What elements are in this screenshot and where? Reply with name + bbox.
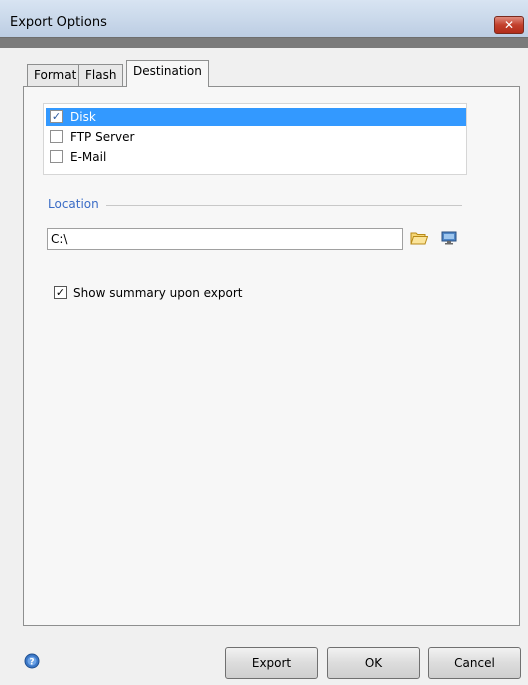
list-item-email[interactable]: E-Mail [46,148,466,166]
monitor-icon[interactable] [441,230,457,246]
tab-destination[interactable]: Destination [126,60,209,87]
show-summary-checkbox[interactable]: ✓ [54,286,67,299]
email-label: E-Mail [70,150,107,164]
tab-destination-label: Destination [133,64,202,78]
ftp-server-label: FTP Server [70,130,135,144]
cancel-button[interactable]: Cancel [428,647,521,679]
help-icon[interactable]: ? [24,653,40,669]
location-input[interactable] [47,228,403,250]
disk-checkbox[interactable]: ✓ [50,110,63,123]
close-button[interactable]: ✕ [494,16,524,34]
window-title: Export Options [10,15,107,30]
destination-list: ✓ Disk FTP Server E-Mail [43,103,467,175]
folder-open-icon[interactable] [410,230,429,246]
email-checkbox[interactable] [50,150,63,163]
show-summary-label[interactable]: Show summary upon export [73,286,243,300]
tab-flash[interactable]: Flash [78,64,124,86]
section-divider [106,205,462,206]
disk-label: Disk [70,110,96,124]
ftp-server-checkbox[interactable] [50,130,63,143]
svg-text:?: ? [29,658,34,668]
title-bar-separator [0,38,528,48]
location-section-label: Location [48,197,99,211]
tab-format[interactable]: Format [27,64,84,86]
title-bar: Export Options ✕ [0,0,528,38]
export-button[interactable]: Export [225,647,318,679]
list-item-ftp-server[interactable]: FTP Server [46,128,466,146]
close-icon: ✕ [503,18,515,32]
ok-button[interactable]: OK [327,647,420,679]
list-item-disk[interactable]: ✓ Disk [46,108,466,126]
tab-format-label: Format [34,68,77,82]
tab-flash-label: Flash [85,68,117,82]
